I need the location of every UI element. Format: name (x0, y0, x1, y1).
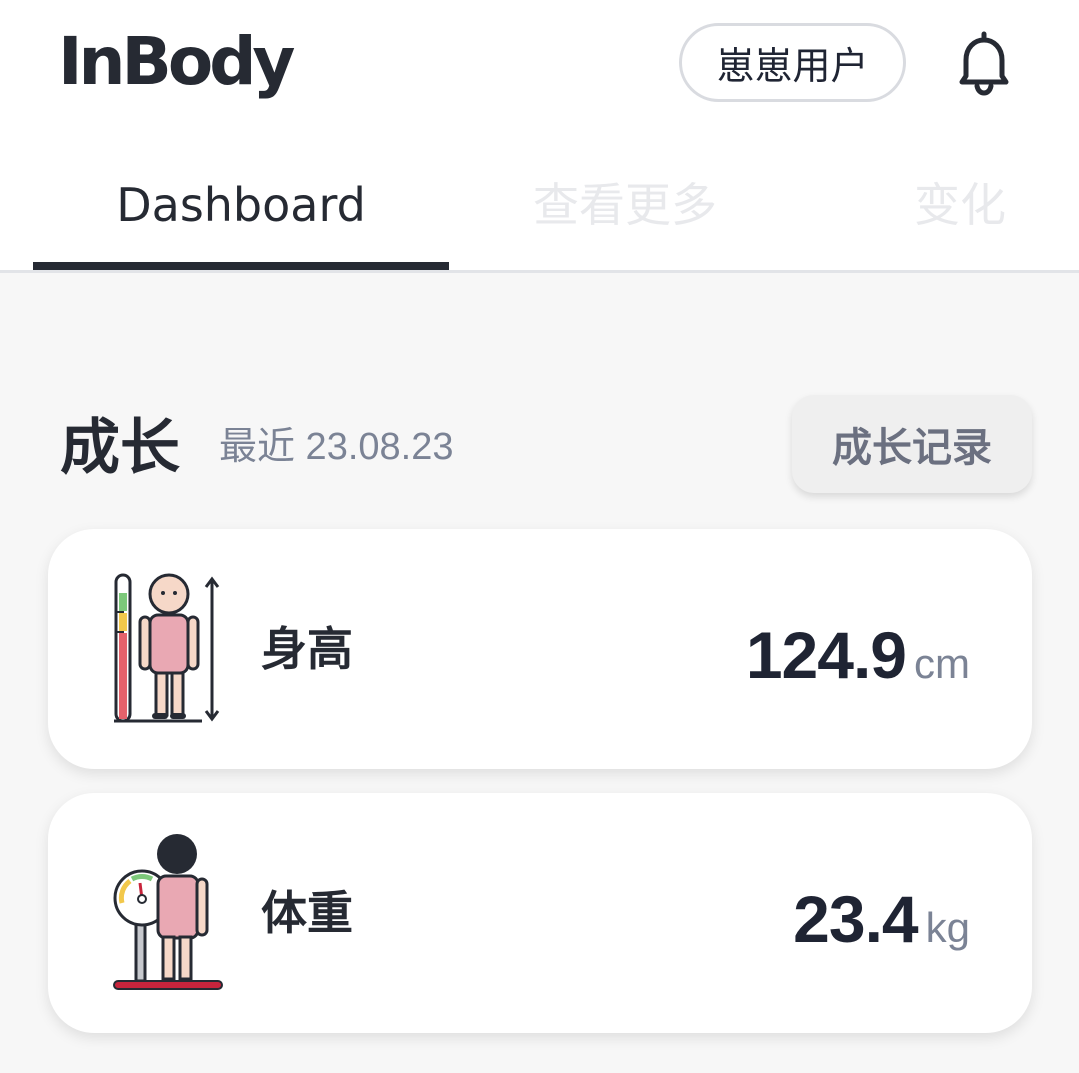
weight-card[interactable]: 体重 23.4 kg (48, 793, 1032, 1033)
top-app-bar: InBody 崽崽用户 Dashboard 查看更多 变化 (0, 0, 1079, 273)
tab-change[interactable]: 变化 (890, 170, 1030, 240)
user-name-button[interactable]: 崽崽用户 (679, 23, 906, 102)
tab-bar: Dashboard 查看更多 变化 (0, 150, 1079, 272)
height-value: 124.9 (745, 618, 907, 692)
bell-icon[interactable] (948, 28, 1020, 100)
height-unit: cm (914, 640, 970, 687)
tab-dashboard[interactable]: Dashboard (33, 170, 449, 240)
weight-label: 体重 (261, 887, 353, 939)
height-label: 身高 (261, 623, 353, 675)
height-card[interactable]: 身高 124.9 cm (48, 529, 1032, 769)
last-measured-date: 最近 23.08.23 (219, 426, 454, 468)
weight-value: 23.4 (793, 882, 918, 956)
weight-value-group: 23.4 kg (793, 881, 970, 957)
weight-scale-icon (113, 834, 223, 990)
inbody-logo: InBody (58, 23, 295, 100)
section-title-growth: 成长 (60, 414, 180, 481)
tab-view-more[interactable]: 查看更多 (500, 170, 750, 240)
tab-divider (0, 270, 1079, 273)
height-measure-icon (114, 573, 220, 723)
height-value-group: 124.9 cm (746, 617, 970, 693)
weight-unit: kg (925, 904, 970, 951)
growth-record-button[interactable]: 成长记录 (792, 395, 1032, 493)
